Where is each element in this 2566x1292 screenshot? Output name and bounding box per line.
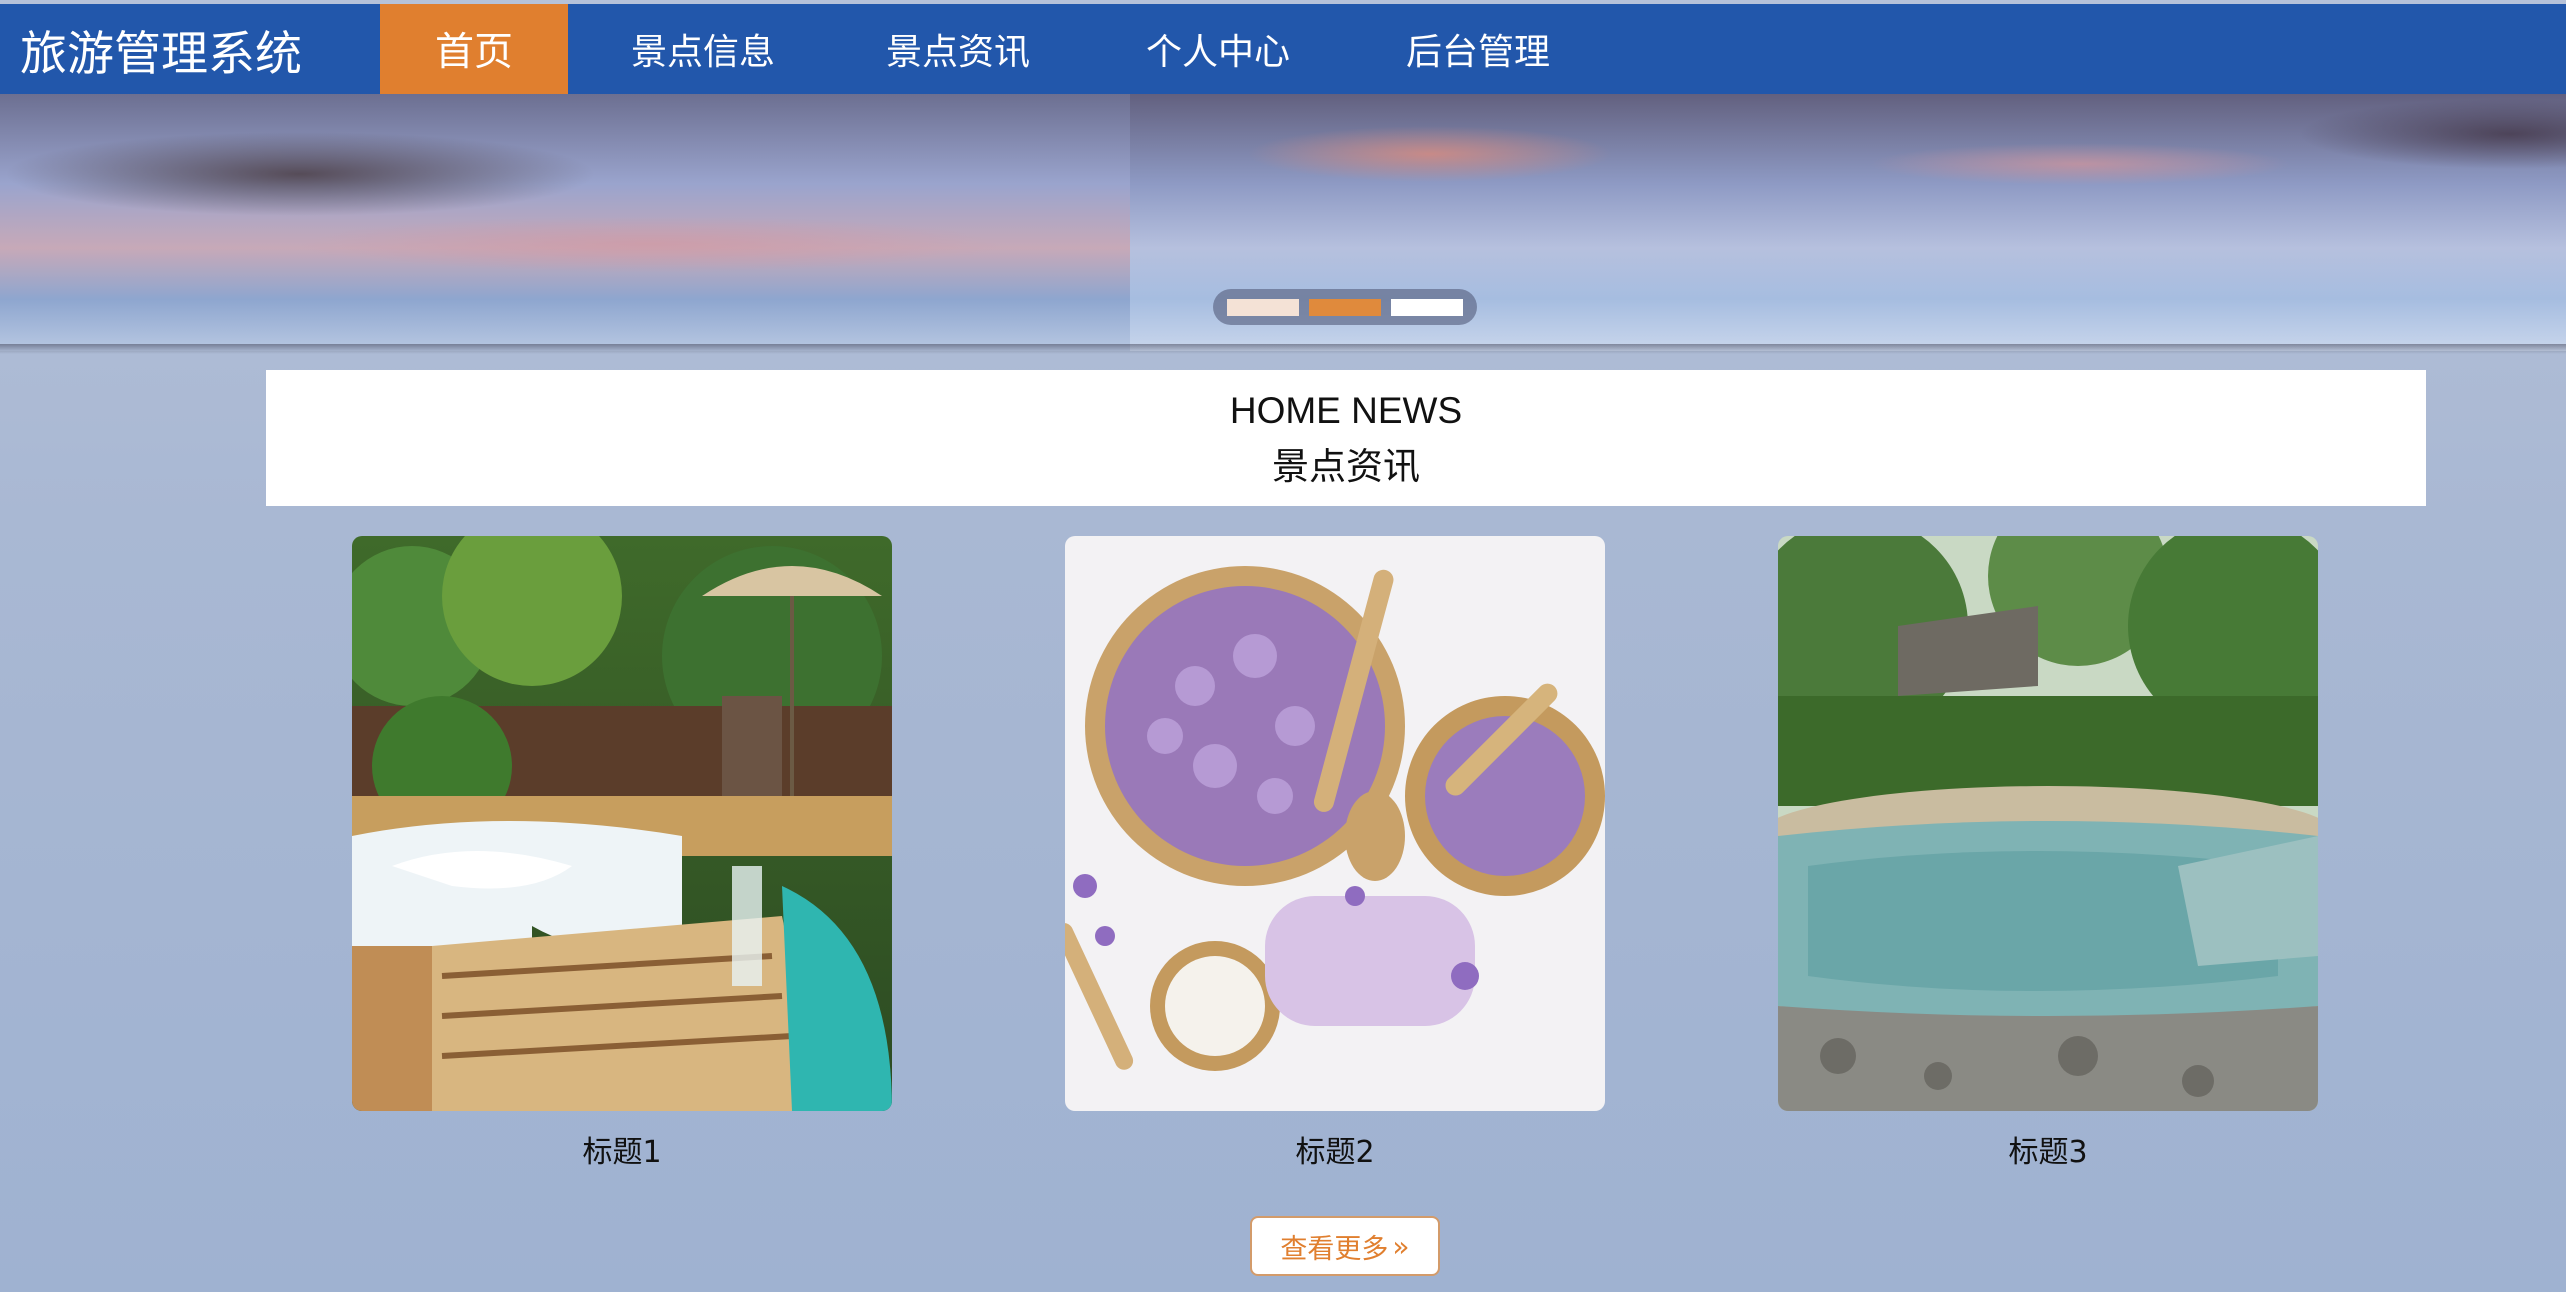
carousel-indicator-3[interactable] — [1391, 298, 1463, 316]
news-card-title[interactable]: 标题2 — [1065, 1127, 1605, 1171]
news-card-image[interactable] — [352, 536, 892, 1111]
site-brand[interactable]: 旅游管理系统 — [0, 15, 380, 84]
lilac-bowls-image — [1065, 536, 1605, 1111]
banner-slide-image — [0, 94, 1130, 351]
news-title-en: HOME NEWS — [1229, 390, 1463, 431]
view-more-button[interactable]: 查看更多 » — [1250, 1216, 1440, 1276]
news-card[interactable]: 标题2 — [1065, 536, 1605, 1171]
news-card-image[interactable] — [1778, 536, 2318, 1111]
news-card-title[interactable]: 标题3 — [1778, 1127, 2318, 1171]
carousel-indicator-2[interactable] — [1309, 298, 1381, 316]
banner-shadow — [0, 344, 2566, 354]
carousel-indicator-1[interactable] — [1227, 298, 1299, 316]
nav-attraction-news[interactable]: 景点资讯 — [838, 4, 1078, 94]
news-title-cn: 景点资讯 — [1272, 445, 1420, 488]
news-card-image[interactable] — [1065, 536, 1605, 1111]
carousel-indicators — [1213, 289, 1477, 325]
nav-home[interactable]: 首页 — [380, 4, 568, 94]
double-chevron-right-icon: » — [1392, 1229, 1410, 1263]
nav-admin[interactable]: 后台管理 — [1358, 4, 1598, 94]
nav-attractions[interactable]: 景点信息 — [568, 4, 838, 94]
view-more-label: 查看更多 — [1280, 1233, 1389, 1265]
news-card-title[interactable]: 标题1 — [352, 1127, 892, 1171]
news-card[interactable]: 标题3 — [1778, 536, 2318, 1171]
hot-tub-image — [352, 536, 892, 1111]
top-navbar: 旅游管理系统 首页 景点信息 景点资讯 个人中心 后台管理 — [0, 4, 2566, 94]
news-section-header: HOME NEWS 景点资讯 — [266, 370, 2426, 506]
news-card[interactable]: 标题1 — [352, 536, 892, 1171]
hot-spring-image — [1778, 536, 2318, 1111]
nav-personal-center[interactable]: 个人中心 — [1078, 4, 1358, 94]
